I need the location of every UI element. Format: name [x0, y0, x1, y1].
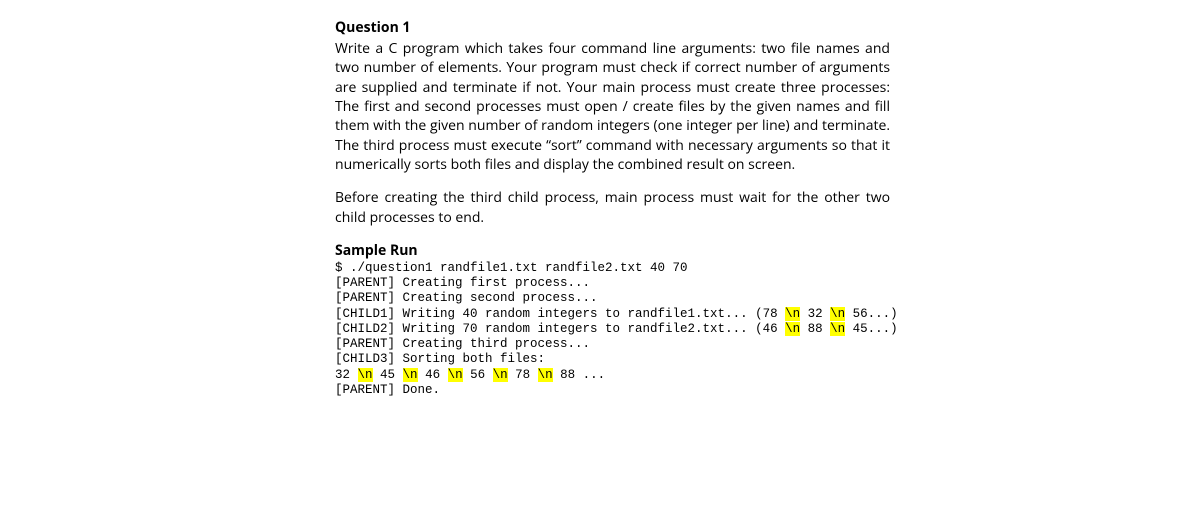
question-body-paragraph-1: Write a C program which takes four comma…: [335, 39, 890, 174]
sample-line-9: [PARENT] Done.: [335, 383, 890, 398]
sample-line-6: [PARENT] Creating third process...: [335, 337, 890, 352]
sample-line-1: $ ./question1 randfile1.txt randfile2.tx…: [335, 261, 890, 276]
sample-text: 32: [800, 307, 830, 321]
sample-text: 45...): [845, 322, 898, 336]
sample-text: [CHILD2] Writing 70 random integers to r…: [335, 322, 785, 336]
sample-line-3: [PARENT] Creating second process...: [335, 291, 890, 306]
sample-text: 88: [800, 322, 830, 336]
newline-highlight: \n: [493, 368, 508, 382]
newline-highlight: \n: [785, 322, 800, 336]
sample-text: 88 ...: [553, 368, 606, 382]
question-body-paragraph-2: Before creating the third child process,…: [335, 188, 890, 227]
sample-line-7: [CHILD3] Sorting both files:: [335, 352, 890, 367]
sample-run-block: $ ./question1 randfile1.txt randfile2.tx…: [335, 261, 890, 398]
newline-highlight: \n: [830, 307, 845, 321]
sample-text: 56: [463, 368, 493, 382]
newline-highlight: \n: [785, 307, 800, 321]
newline-highlight: \n: [538, 368, 553, 382]
newline-highlight: \n: [830, 322, 845, 336]
sample-text: [CHILD1] Writing 40 random integers to r…: [335, 307, 785, 321]
newline-highlight: \n: [448, 368, 463, 382]
sample-text: 56...): [845, 307, 898, 321]
sample-line-4: [CHILD1] Writing 40 random integers to r…: [335, 307, 890, 322]
sample-text: 32: [335, 368, 358, 382]
sample-line-2: [PARENT] Creating first process...: [335, 276, 890, 291]
sample-text: 78: [508, 368, 538, 382]
sample-line-5: [CHILD2] Writing 70 random integers to r…: [335, 322, 890, 337]
sample-text: 46: [418, 368, 448, 382]
sample-text: 45: [373, 368, 403, 382]
document-page: Question 1 Write a C program which takes…: [0, 0, 890, 398]
newline-highlight: \n: [403, 368, 418, 382]
sample-run-title: Sample Run: [335, 241, 890, 260]
question-title: Question 1: [335, 18, 890, 37]
newline-highlight: \n: [358, 368, 373, 382]
sample-line-8: 32 \n 45 \n 46 \n 56 \n 78 \n 88 ...: [335, 368, 890, 383]
